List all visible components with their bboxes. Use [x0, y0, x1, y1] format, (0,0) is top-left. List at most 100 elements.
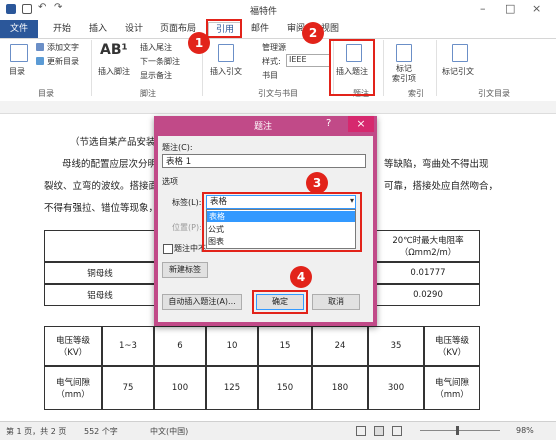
- horizontal-ruler[interactable]: [0, 101, 556, 114]
- table2-row2-cell: 100: [154, 366, 206, 410]
- read-mode-icon[interactable]: [356, 426, 366, 436]
- minimize-icon[interactable]: –: [480, 2, 486, 15]
- caption-label: 题注(C):: [162, 143, 193, 152]
- insert-citation-button[interactable]: 插入引文: [210, 66, 242, 77]
- group-index: 索引: [408, 89, 424, 98]
- group-toc: 目录: [38, 89, 54, 98]
- highlight-tab-references: [206, 19, 242, 38]
- mark-citation-icon: [452, 44, 468, 62]
- table2-row1-cell: 1~3: [102, 326, 154, 366]
- doc-line-3a: 裂纹、立弯的波纹。搭接面: [44, 181, 159, 192]
- label-label: 标签(L):: [172, 198, 202, 207]
- highlight-label-select: [202, 192, 362, 252]
- doc-line-2a: 母线的配置应层次分明: [62, 159, 158, 170]
- highlight-insert-caption: [329, 39, 375, 96]
- add-text-button[interactable]: 添加文字: [47, 42, 79, 53]
- show-notes-button[interactable]: 显示备注: [140, 70, 172, 81]
- tab-file[interactable]: 文件: [0, 20, 38, 38]
- ribbon-tabs: 文件 开始 插入 设计 页面布局 引用 邮件 审阅 视图: [0, 20, 556, 38]
- new-label-button[interactable]: 新建标签: [162, 262, 208, 278]
- options-label: 选项: [162, 177, 178, 186]
- table1-row2-value: 0.0290: [376, 284, 480, 306]
- caption-input[interactable]: 表格 1: [162, 154, 366, 168]
- footnote-icon: AB¹: [100, 42, 128, 58]
- table2-row1-cell: 15: [258, 326, 312, 366]
- table2-row2-cell: 150: [258, 366, 312, 410]
- tab-insert[interactable]: 插入: [84, 22, 112, 36]
- citation-icon: [218, 44, 234, 62]
- word-app-icon: [6, 4, 16, 14]
- table2-row1-cell: 35: [368, 326, 424, 366]
- dialog-title: 题注: [254, 122, 273, 132]
- table2-row1-cell: 电压等级（KV）: [44, 326, 102, 366]
- page-count[interactable]: 第 1 页，共 2 页: [6, 426, 66, 437]
- doc-line-2b: 等缺陷，弯曲处不得出现: [384, 159, 489, 170]
- style-select[interactable]: IEEE: [286, 54, 330, 67]
- mark-entry-button[interactable]: 标记 索引项: [392, 64, 416, 84]
- step-badge-3: 3: [306, 172, 328, 194]
- style-label: 样式:: [262, 57, 281, 66]
- web-layout-icon[interactable]: [392, 426, 402, 436]
- insert-endnote-button[interactable]: 插入尾注: [140, 42, 172, 53]
- redo-icon[interactable]: ↷: [54, 2, 64, 13]
- manage-sources-button[interactable]: 管理源: [262, 42, 286, 53]
- dialog-close-button[interactable]: ×: [348, 116, 374, 132]
- auto-caption-button[interactable]: 自动插入题注(A)...: [162, 294, 242, 310]
- bibliography-button[interactable]: 书目: [262, 70, 278, 81]
- title-bar: ↶ ↷ 福特件 – □ ×: [0, 0, 556, 20]
- help-icon[interactable]: ?: [326, 118, 331, 129]
- zoom-level[interactable]: 98%: [516, 426, 534, 435]
- tab-home[interactable]: 开始: [48, 22, 76, 36]
- table1-header-left: [44, 230, 156, 262]
- group-footnotes: 脚注: [140, 89, 156, 98]
- toc-icon: [10, 44, 28, 62]
- mark-entry-icon: [396, 44, 412, 62]
- highlight-ok-button: [252, 290, 308, 314]
- tab-design[interactable]: 设计: [120, 22, 148, 36]
- print-layout-icon[interactable]: [374, 426, 384, 436]
- undo-icon[interactable]: ↶: [38, 2, 48, 13]
- mark-citation-button[interactable]: 标记引文: [442, 66, 474, 77]
- table2-row2-cell: 125: [206, 366, 258, 410]
- position-label: 位置(P):: [172, 223, 202, 232]
- table2-row1-cell: 6: [154, 326, 206, 366]
- tab-mailings[interactable]: 邮件: [246, 22, 274, 36]
- table2-row1-cell: 电压等级（KV）: [424, 326, 480, 366]
- cancel-button[interactable]: 取消: [312, 294, 360, 310]
- maximize-icon[interactable]: □: [505, 2, 515, 15]
- close-window-icon[interactable]: ×: [532, 2, 541, 15]
- table2-row1-cell: 24: [312, 326, 368, 366]
- doc-line-1: （节选自某产品安装说: [70, 137, 166, 148]
- toc-button[interactable]: 目录: [9, 66, 25, 77]
- zoom-slider-thumb[interactable]: [456, 426, 459, 435]
- save-icon[interactable]: [22, 4, 32, 14]
- table1-row2-label: 铝母线: [44, 284, 156, 306]
- language[interactable]: 中文(中国): [150, 426, 188, 437]
- table2-row2-cell: 电气间隙（mm）: [44, 366, 102, 410]
- doc-line-4: 不得有强拉、错位等现象，: [44, 203, 159, 214]
- update-toc-icon: [36, 57, 44, 65]
- table2-row2-cell: 75: [102, 366, 154, 410]
- table1-row1-label: 铜母线: [44, 262, 156, 284]
- next-footnote-button[interactable]: 下一条脚注: [140, 56, 180, 67]
- table2-row2-cell: 电气间隙（mm）: [424, 366, 480, 410]
- table2-row2-cell: 300: [368, 366, 424, 410]
- step-badge-2: 2: [302, 22, 324, 44]
- table2-row1-cell: 10: [206, 326, 258, 366]
- zoom-slider[interactable]: [420, 430, 500, 431]
- add-text-icon: [36, 43, 44, 51]
- table1-row1-value: 0.01777: [376, 262, 480, 284]
- step-badge-1: 1: [188, 32, 210, 54]
- status-bar: 第 1 页，共 2 页 552 个字 中文(中国) 98%: [0, 421, 556, 440]
- table2-row2-cell: 180: [312, 366, 368, 410]
- doc-line-3b: 可靠，搭接处应自然吻合，: [384, 181, 499, 192]
- table1-header-right: 20℃时最大电阻率（Ωmm2/m）: [376, 230, 480, 262]
- update-toc-button[interactable]: 更新目录: [47, 56, 79, 67]
- exclude-label-checkbox[interactable]: [163, 244, 173, 254]
- word-count[interactable]: 552 个字: [84, 426, 118, 437]
- insert-footnote-button[interactable]: 插入脚注: [98, 66, 130, 77]
- group-authorities: 引文目录: [478, 89, 510, 98]
- group-citations: 引文与书目: [258, 89, 298, 98]
- step-badge-4: 4: [290, 266, 312, 288]
- window-title: 福特件: [250, 7, 278, 17]
